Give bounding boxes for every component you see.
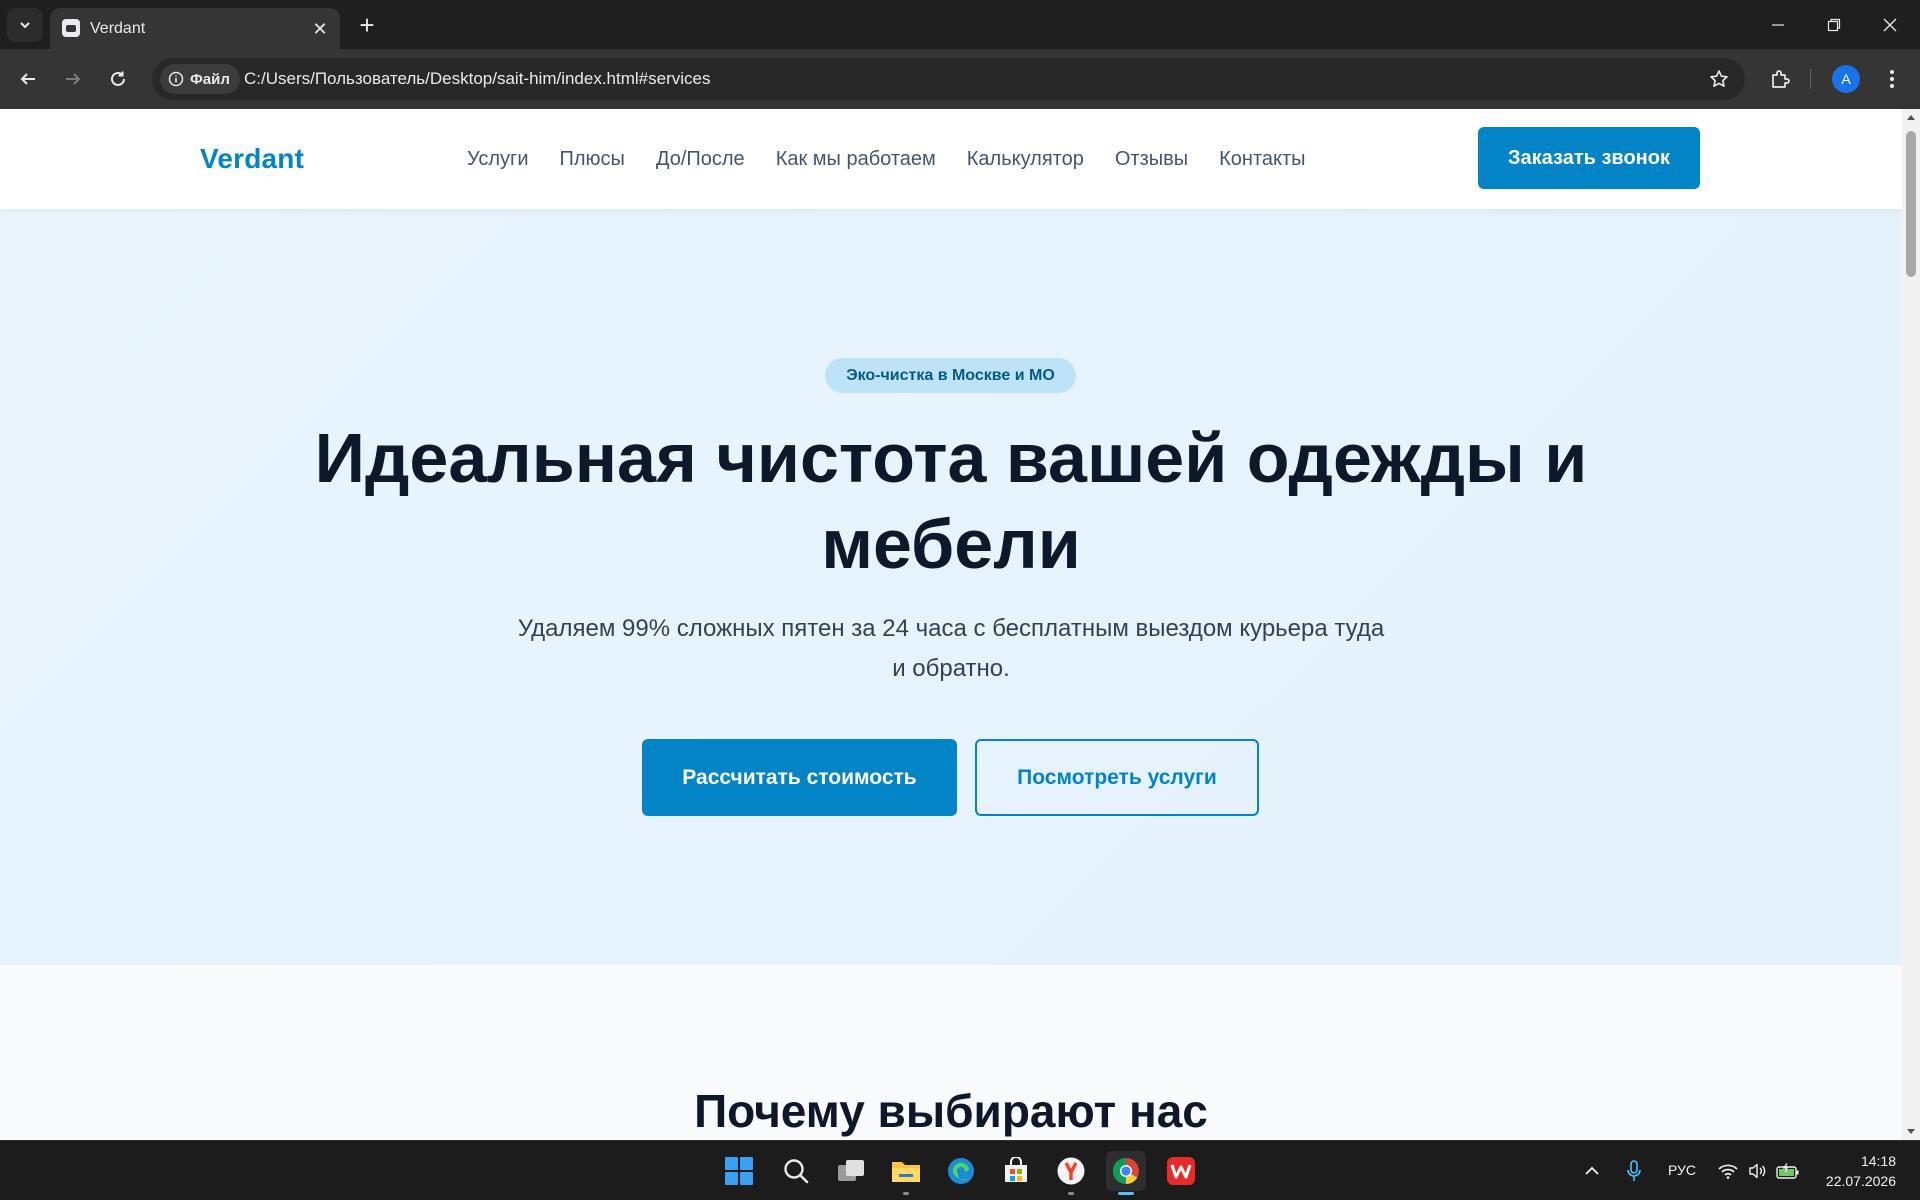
scrollbar-thumb[interactable]: [1906, 131, 1916, 277]
microsoft-store-icon[interactable]: [996, 1151, 1036, 1191]
url-text[interactable]: C:/Users/Пользователь/Desktop/sait-him/i…: [244, 58, 710, 100]
yandex-browser-icon[interactable]: [1051, 1151, 1091, 1195]
tab-search-button[interactable]: [7, 8, 43, 42]
restore-icon: [1827, 18, 1841, 31]
new-tab-button[interactable]: +: [352, 10, 382, 40]
reload-icon: [111, 71, 125, 86]
site-info-chip[interactable]: Файл: [160, 64, 240, 94]
site-header: Verdant Услуги Плюсы До/После Как мы раб…: [0, 109, 1902, 209]
menu-button[interactable]: [1876, 63, 1908, 95]
forward-button[interactable]: [57, 63, 89, 95]
page-viewport: Verdant Услуги Плюсы До/После Как мы раб…: [0, 109, 1902, 1140]
view-services-button[interactable]: Посмотреть услуги: [975, 739, 1259, 816]
browser-tab-active[interactable]: Verdant ✕: [50, 8, 340, 49]
reload-button[interactable]: [102, 63, 134, 95]
browser-toolbar: Файл C:/Users/Пользователь/Desktop/sait-…: [0, 49, 1920, 109]
back-button[interactable]: [12, 63, 44, 95]
search-icon[interactable]: [776, 1151, 816, 1191]
site-info-label: Файл: [190, 70, 230, 88]
close-icon: [1883, 18, 1897, 31]
start-windows-icon[interactable]: [719, 1151, 759, 1191]
windows-taskbar: РУС 14:18 22.07.2026: [0, 1140, 1920, 1200]
battery-charging-icon[interactable]: [1768, 1151, 1808, 1191]
browser-tabstrip: Verdant ✕ +: [0, 0, 1920, 49]
address-bar[interactable]: Файл C:/Users/Пользователь/Desktop/sait-…: [152, 58, 1745, 100]
site-logo[interactable]: Verdant: [200, 109, 304, 209]
calculate-cost-button[interactable]: Рассчитать стоимость: [642, 739, 957, 816]
active-indicator: [1118, 1192, 1134, 1195]
restore-button[interactable]: [1806, 0, 1862, 49]
edge-browser-icon[interactable]: [941, 1151, 981, 1191]
close-window-button[interactable]: [1862, 0, 1918, 49]
site-favicon-icon: [62, 19, 80, 37]
running-indicator: [903, 1192, 909, 1195]
show-hidden-icons-chevron-icon[interactable]: [1572, 1151, 1612, 1191]
file-explorer-icon[interactable]: [886, 1151, 926, 1195]
why-us-heading: Почему выбирают нас: [694, 1085, 1208, 1137]
tab-title: Verdant: [90, 20, 146, 37]
clock-time: 14:18: [1860, 1153, 1896, 1169]
more-vertical-icon: [1890, 70, 1894, 88]
nav-link-contacts[interactable]: Контакты: [1219, 148, 1305, 171]
nav-link-how-we-work[interactable]: Как мы работаем: [776, 148, 936, 171]
nav-link-before-after[interactable]: До/После: [656, 148, 745, 171]
hero-section: Эко-чистка в Москве и МО Идеальная чисто…: [0, 209, 1902, 965]
order-call-button[interactable]: Заказать звонок: [1478, 127, 1700, 189]
tab-close-icon[interactable]: ✕: [308, 17, 332, 41]
hero-subtitle: Удаляем 99% сложных пятен за 24 часа с б…: [517, 615, 1385, 682]
nav-link-reviews[interactable]: Отзывы: [1115, 148, 1188, 171]
running-indicator: [1068, 1192, 1074, 1195]
toolbar-divider: [1810, 69, 1811, 89]
system-clock[interactable]: 14:18 22.07.2026: [1826, 1151, 1896, 1191]
wps-office-icon[interactable]: [1161, 1151, 1201, 1191]
hero-badge: Эко-чистка в Москве и МО: [825, 358, 1076, 393]
nav-link-advantages[interactable]: Плюсы: [560, 148, 625, 171]
chevron-down-icon: [20, 22, 30, 29]
hero-title: Идеальная чистота вашей одежды и мебели: [314, 419, 1588, 583]
arrow-right-icon: [66, 73, 81, 85]
scroll-up-arrow-icon[interactable]: [1902, 109, 1920, 125]
profile-avatar[interactable]: A: [1832, 65, 1860, 93]
extensions-button[interactable]: [1764, 63, 1796, 95]
page-scrollbar[interactable]: [1902, 109, 1920, 1140]
scroll-down-arrow-icon[interactable]: [1902, 1124, 1920, 1140]
arrow-left-icon: [20, 73, 35, 85]
info-icon: [168, 71, 184, 87]
input-language-indicator[interactable]: РУС: [1668, 1162, 1696, 1178]
minimize-button[interactable]: [1750, 0, 1806, 49]
clock-date: 22.07.2026: [1825, 1173, 1896, 1189]
minimize-icon: [1772, 23, 1784, 26]
main-nav: Услуги Плюсы До/После Как мы работаем Ка…: [467, 109, 1306, 209]
chrome-browser-icon[interactable]: [1106, 1151, 1146, 1195]
puzzle-icon: [1772, 70, 1790, 88]
nav-link-calculator[interactable]: Калькулятор: [967, 148, 1084, 171]
microphone-icon[interactable]: [1614, 1151, 1654, 1191]
bookmark-star-icon[interactable]: [1707, 67, 1731, 91]
nav-link-services[interactable]: Услуги: [467, 148, 529, 171]
task-view-icon[interactable]: [831, 1151, 871, 1191]
